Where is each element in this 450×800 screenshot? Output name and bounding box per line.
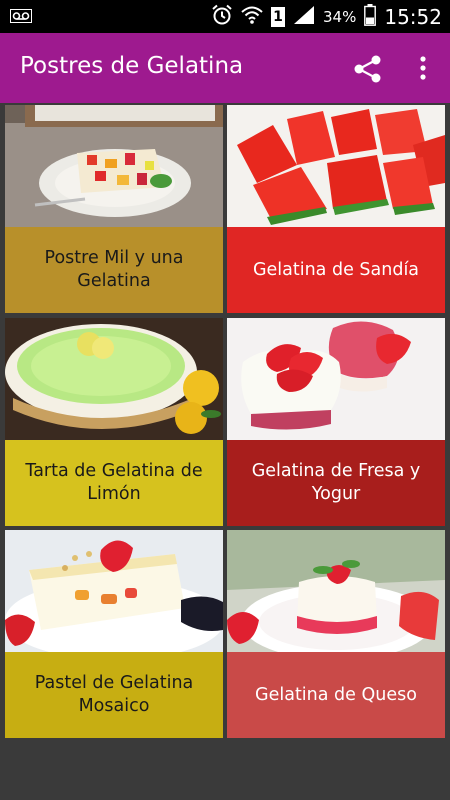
recipe-card-gelatina-de-sandia[interactable]: Gelatina de Sandía (227, 105, 445, 313)
recipe-photo (5, 530, 223, 652)
clock: 15:52 (384, 4, 442, 29)
recipe-label: Gelatina de Sandía (227, 227, 445, 313)
app-bar: Postres de Gelatina (0, 33, 450, 103)
signal-icon (293, 5, 315, 29)
recipe-card-gelatina-de-fresa-y-yogur[interactable]: Gelatina de Fresa y Yogur (227, 318, 445, 526)
recipe-card-gelatina-de-queso[interactable]: Gelatina de Queso (227, 530, 445, 738)
recipe-photo (227, 318, 445, 440)
recipe-label: Gelatina de Fresa y Yogur (227, 440, 445, 526)
sim-indicator: 1 (271, 6, 286, 27)
alarm-icon (211, 4, 233, 30)
recipe-grid: Postre Mil y una Gelatina Gelatina de Sa… (0, 103, 450, 738)
recipe-label: Postre Mil y una Gelatina (5, 227, 223, 313)
recipe-card-pastel-de-gelatina-mosaico[interactable]: Pastel de Gelatina Mosaico (5, 530, 223, 738)
recipe-card-postre-mil-y-una-gelatina[interactable]: Postre Mil y una Gelatina (5, 105, 223, 313)
recipe-card-tarta-de-gelatina-de-limon[interactable]: Tarta de Gelatina de Limón (5, 318, 223, 526)
more-vert-icon (420, 56, 426, 80)
battery-percent: 34% (323, 7, 357, 26)
wifi-icon (241, 5, 263, 29)
battery-icon (364, 3, 377, 30)
voicemail-icon (10, 8, 32, 27)
recipe-label: Gelatina de Queso (227, 652, 445, 738)
recipe-photo (227, 105, 445, 227)
share-button[interactable] (350, 51, 386, 87)
recipe-photo (5, 318, 223, 440)
recipe-label: Tarta de Gelatina de Limón (5, 440, 223, 526)
status-bar: 1 34% 15:52 (0, 0, 450, 33)
app-title: Postres de Gelatina (20, 53, 244, 79)
more-options-button[interactable] (408, 51, 438, 87)
recipe-photo (5, 105, 223, 227)
recipe-photo (227, 530, 445, 652)
recipe-label: Pastel de Gelatina Mosaico (5, 652, 223, 738)
share-icon (354, 55, 381, 83)
